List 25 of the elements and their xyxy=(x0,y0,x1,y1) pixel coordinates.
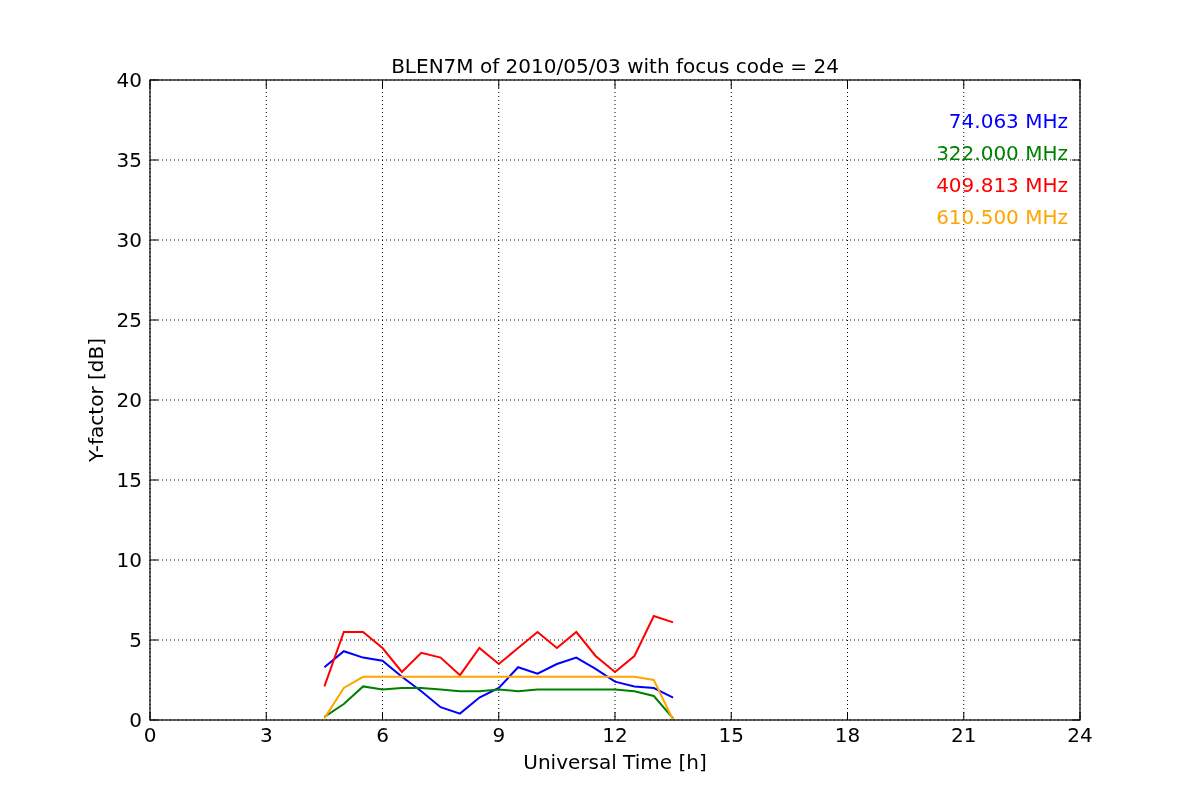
x-tick-label: 15 xyxy=(718,723,744,747)
legend-label: 322.000 MHz xyxy=(936,141,1068,165)
y-tick-label: 35 xyxy=(116,148,142,172)
x-tick-label: 18 xyxy=(834,723,861,747)
y-tick-label: 40 xyxy=(116,68,142,92)
y-tick-label: 30 xyxy=(116,228,142,252)
x-tick-label: 6 xyxy=(376,723,389,747)
y-axis-label: Y-factor [dB] xyxy=(84,338,108,462)
y-tick-label: 5 xyxy=(129,628,142,652)
y-tick-label: 20 xyxy=(116,388,142,412)
x-tick-label: 3 xyxy=(259,723,273,747)
x-tick-label: 21 xyxy=(951,723,977,747)
legend-label: 74.063 MHz xyxy=(948,109,1068,133)
legend-label: 409.813 MHz xyxy=(936,173,1068,197)
legend-label: 610.500 MHz xyxy=(936,205,1068,229)
x-axis-label: Universal Time [h] xyxy=(523,750,707,774)
x-tick-label: 9 xyxy=(492,723,506,747)
y-tick-label: 25 xyxy=(116,308,142,332)
chart-title: BLEN7M of 2010/05/03 with focus code = 24 xyxy=(391,54,839,78)
x-tick-label: 0 xyxy=(143,723,157,747)
y-tick-label: 0 xyxy=(129,708,142,732)
y-tick-label: 15 xyxy=(116,468,142,492)
y-tick-label: 10 xyxy=(116,548,142,572)
x-tick-label: 12 xyxy=(602,723,628,747)
x-tick-label: 24 xyxy=(1067,723,1093,747)
